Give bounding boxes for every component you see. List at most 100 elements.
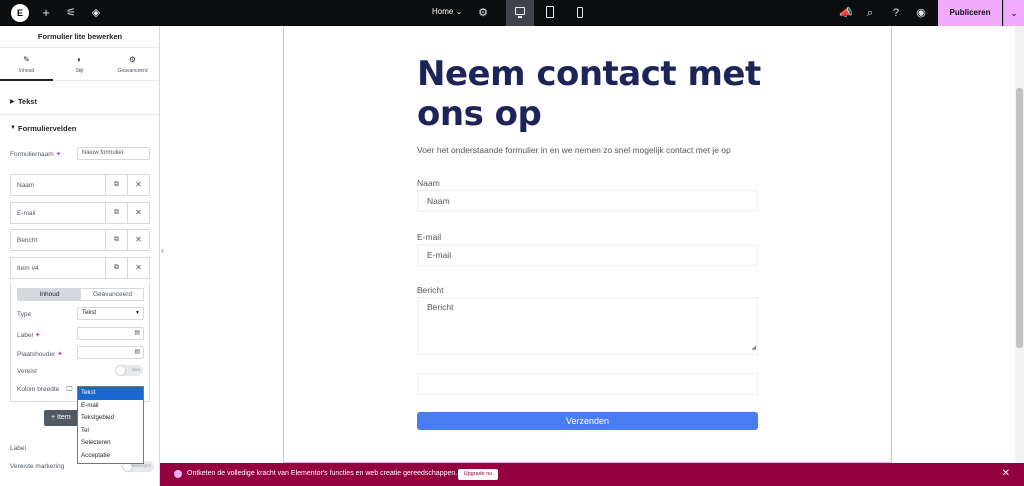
repeater-item-title: Naam xyxy=(17,182,35,189)
form-name-input[interactable]: Nieuw formulier xyxy=(77,147,150,160)
caret-right-icon: ▶ xyxy=(10,99,15,105)
page-settings-gear-icon[interactable]: ⚙ xyxy=(475,5,491,21)
dynamic-tags-icon[interactable]: ▤ xyxy=(134,347,140,358)
collapse-panel-chevron-icon[interactable]: ‹ xyxy=(161,246,164,255)
form-name-label: Formuliernaam ✦ xyxy=(10,151,62,158)
repeater-item-bericht[interactable]: Bericht ⧉ ✕ xyxy=(10,229,150,251)
item-tab-content[interactable]: Inhoud xyxy=(18,289,81,300)
duplicate-icon[interactable]: ⧉ xyxy=(105,175,127,195)
repeater-item-4[interactable]: Item #4 ⧉ ✕ xyxy=(10,257,150,279)
placeholder-label: Plaatshouder ✦ xyxy=(17,351,63,358)
item-tab-switch: Inhoud Geavanceerd xyxy=(17,288,144,301)
dropdown-option[interactable]: Tekst xyxy=(78,387,143,400)
page-description: Voer het onderstaande formulier in en we… xyxy=(417,145,731,155)
required-toggle-text: Nee xyxy=(131,367,140,372)
elementor-logo-icon[interactable]: E xyxy=(11,4,29,22)
elementor-badge-icon xyxy=(174,470,182,478)
resize-grip-icon[interactable]: ◢ xyxy=(751,342,756,354)
dropdown-option[interactable]: Acceptatie xyxy=(78,450,143,463)
required-marking-label: Vereiste markering xyxy=(10,463,65,470)
label-label: Label ✦ xyxy=(17,332,41,339)
scrollbar-thumb[interactable] xyxy=(1016,88,1023,348)
structure-layers-icon[interactable]: ◈ xyxy=(88,5,104,21)
label-input[interactable]: ▤ xyxy=(77,327,144,340)
field-label-bericht: Bericht xyxy=(417,285,444,295)
column-width-label: Kolom breedte 🖵 xyxy=(17,386,73,393)
promo-banner: Ontketen de volledige kracht van Element… xyxy=(160,463,1024,486)
caret-down-icon: ▼ xyxy=(10,125,16,131)
email-input[interactable]: E-mail xyxy=(417,244,758,266)
tab-advanced-label: Geavanceerd xyxy=(117,68,148,74)
close-icon[interactable]: ✕ xyxy=(127,258,149,278)
page-selector[interactable]: Home ⌄ xyxy=(432,7,462,16)
section-text[interactable]: ▶ Tekst xyxy=(0,89,159,115)
message-placeholder: Bericht xyxy=(427,302,454,312)
gear-icon: ⚙ xyxy=(128,55,137,64)
ai-sparkle-icon[interactable]: ✦ xyxy=(35,332,41,339)
dynamic-tags-icon[interactable]: ▤ xyxy=(134,328,140,339)
top-bar: E + ⚟ ◈ Home ⌄ ⚙ 📣 ⌕ ? ◉ Publiceren ⌄ xyxy=(0,0,1024,26)
help-icon[interactable]: ? xyxy=(888,5,904,21)
message-textarea[interactable]: Bericht ◢ xyxy=(417,297,758,355)
tablet-icon xyxy=(546,6,554,18)
repeater-item-naam[interactable]: Naam ⧉ ✕ xyxy=(10,174,150,196)
tab-content[interactable]: ✎ Inhoud xyxy=(0,49,53,81)
dropdown-option[interactable]: Tel xyxy=(78,425,143,438)
add-item-label: Item xyxy=(57,414,71,421)
field-label-naam: Naam xyxy=(417,178,440,188)
ai-sparkle-icon[interactable]: ✦ xyxy=(56,151,62,158)
submit-button[interactable]: Verzenden xyxy=(417,412,758,430)
desktop-icon: 🖵 xyxy=(66,386,73,393)
preview-eye-icon[interactable]: ◉ xyxy=(913,5,929,21)
dropdown-option[interactable]: E-mail xyxy=(78,400,143,413)
tablet-view-button[interactable] xyxy=(536,0,564,26)
repeater-item-title: Bericht xyxy=(17,237,38,244)
item-tab-advanced[interactable]: Geavanceerd xyxy=(81,289,144,300)
duplicate-icon[interactable]: ⧉ xyxy=(105,203,127,223)
required-toggle[interactable]: Nee xyxy=(115,365,143,376)
mobile-icon xyxy=(577,7,583,18)
tab-advanced[interactable]: ⚙ Geavanceerd xyxy=(106,49,159,81)
tab-style[interactable]: ◐ Stijl xyxy=(53,49,106,81)
repeater-item-title: E-mail xyxy=(17,210,36,217)
ai-sparkle-icon[interactable]: ✦ xyxy=(57,351,63,358)
bottom-label-label: Label xyxy=(10,445,26,452)
name-input[interactable]: Naam xyxy=(417,190,758,212)
close-icon[interactable]: ✕ xyxy=(127,203,149,223)
site-settings-icon[interactable]: ⚟ xyxy=(63,5,79,21)
type-select[interactable]: Tekst ▼ xyxy=(77,307,144,320)
half-circle-icon: ◐ xyxy=(77,55,82,64)
type-dropdown-list[interactable]: Tekst E-mail Tekstgebied Tel Selecteren … xyxy=(77,386,144,464)
close-icon[interactable]: ✕ xyxy=(127,230,149,250)
publish-button[interactable]: Publiceren xyxy=(938,0,1002,26)
canvas-scrollbar[interactable] xyxy=(1015,26,1024,463)
add-item-button[interactable]: + Item xyxy=(44,410,80,426)
promo-text: Ontketen de volledige kracht van Element… xyxy=(187,470,458,477)
add-element-icon[interactable]: + xyxy=(38,5,54,21)
duplicate-icon[interactable]: ⧉ xyxy=(105,258,127,278)
close-icon[interactable]: ✕ xyxy=(127,175,149,195)
upgrade-button[interactable]: Upgrade nu xyxy=(458,469,498,480)
whats-new-megaphone-icon[interactable]: 📣 xyxy=(838,5,854,21)
desktop-view-button[interactable] xyxy=(506,0,534,26)
placeholder-input[interactable]: ▤ xyxy=(77,346,144,359)
repeater-item-email[interactable]: E-mail ⧉ ✕ xyxy=(10,202,150,224)
section-form-fields[interactable]: ▼ Formuliervelden xyxy=(0,116,159,142)
dropdown-option[interactable]: Selecteren xyxy=(78,437,143,450)
search-icon[interactable]: ⌕ xyxy=(862,5,878,21)
pencil-icon: ✎ xyxy=(23,55,30,64)
field-label-email: E-mail xyxy=(417,232,442,242)
chevron-down-icon: ⌄ xyxy=(455,7,463,16)
type-label: Type xyxy=(17,311,32,318)
publish-options-chevron-icon[interactable]: ⌄ xyxy=(1003,0,1024,26)
page-name: Home xyxy=(432,7,454,16)
close-icon[interactable]: ✕ xyxy=(1002,468,1010,479)
plus-icon: + xyxy=(51,414,56,421)
tab-style-label: Stijl xyxy=(75,68,84,74)
section-form-fields-label: Formuliervelden xyxy=(18,124,77,133)
mobile-view-button[interactable] xyxy=(566,0,594,26)
duplicate-icon[interactable]: ⧉ xyxy=(105,230,127,250)
new-field-input[interactable] xyxy=(417,373,758,395)
dropdown-option[interactable]: Tekstgebied xyxy=(78,412,143,425)
panel-title: Formulier lite bewerken xyxy=(0,26,159,48)
